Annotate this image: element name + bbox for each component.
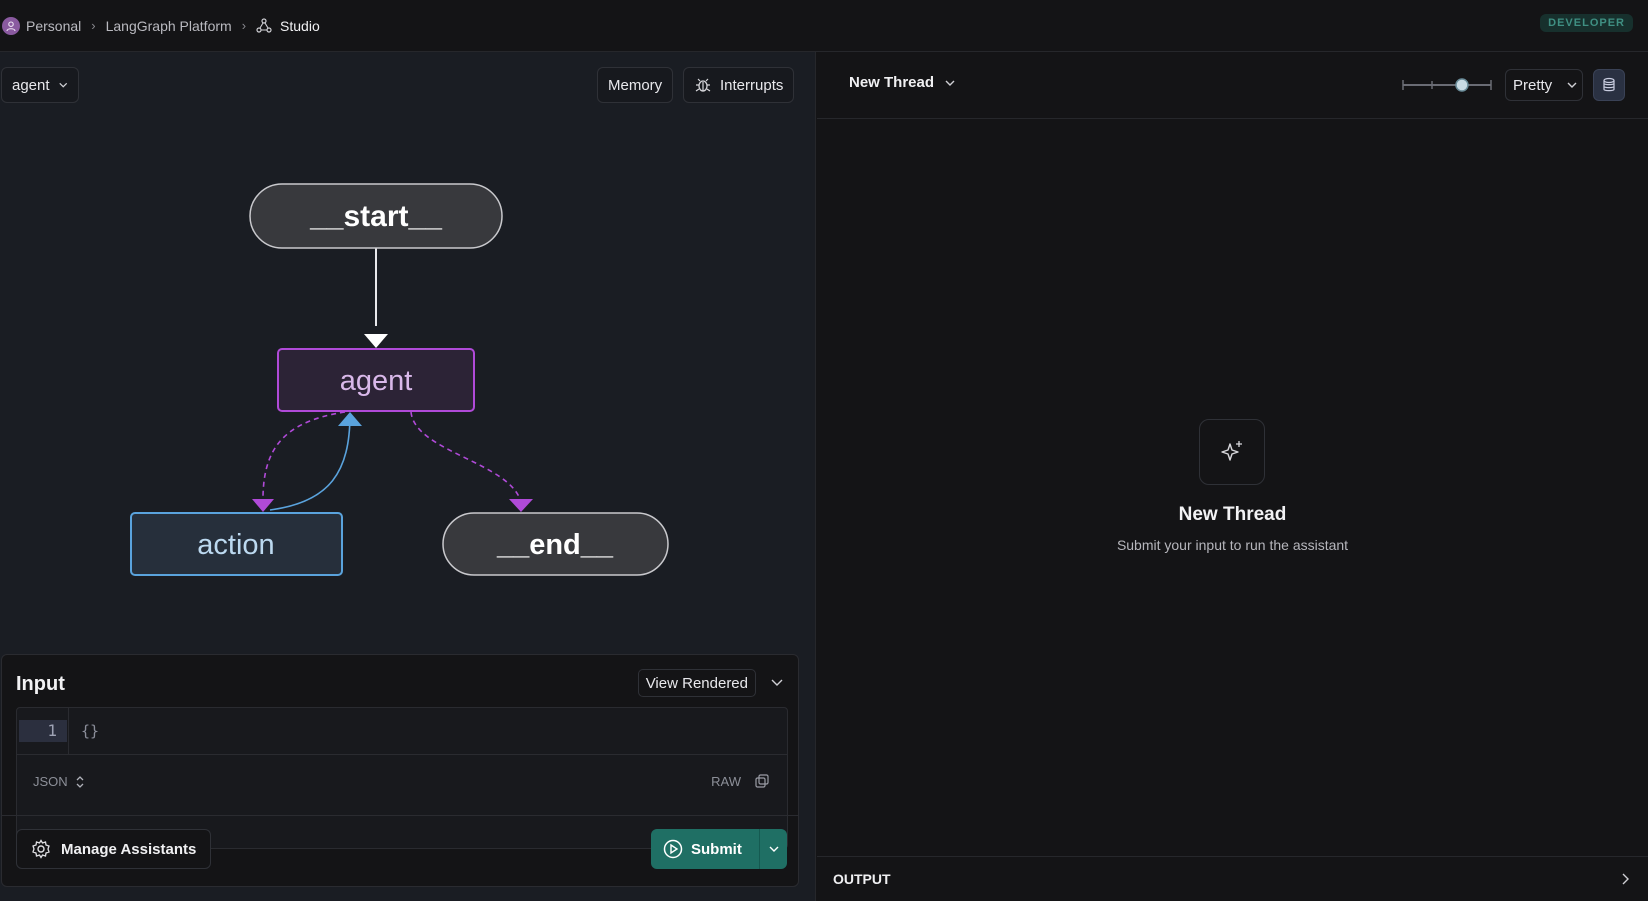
database-icon xyxy=(1603,77,1615,92)
chevron-down-icon xyxy=(945,80,955,86)
arrowhead-icon xyxy=(364,334,388,348)
arrowhead-icon xyxy=(338,412,362,426)
database-button[interactable] xyxy=(1593,69,1625,101)
line-number: 1 xyxy=(19,720,67,742)
chevron-down-icon xyxy=(769,846,778,852)
breadcrumb-platform[interactable]: LangGraph Platform xyxy=(106,18,232,34)
top-bar: Personal › LangGraph Platform › Studio D… xyxy=(0,0,1648,52)
node-agent-label: agent xyxy=(340,365,413,397)
thread-select-label: New Thread xyxy=(849,74,935,91)
node-start-label: __start__ xyxy=(309,200,442,233)
editor-divider xyxy=(17,754,787,755)
breadcrumb: Personal › LangGraph Platform › Studio xyxy=(2,16,320,35)
graph-canvas: __start__ agent action __end__ xyxy=(130,183,669,576)
manage-assistants-label: Manage Assistants xyxy=(61,840,197,858)
developer-badge: DEVELOPER xyxy=(1540,14,1633,32)
thread-select[interactable]: New Thread xyxy=(849,74,956,91)
input-title: Input xyxy=(16,673,65,695)
code-text[interactable]: {} xyxy=(81,720,99,742)
submit-button-group: Submit xyxy=(651,829,787,869)
footer-divider xyxy=(2,815,798,816)
arrowhead-icon xyxy=(509,499,533,512)
format-label: JSON xyxy=(33,774,68,789)
submit-options-button[interactable] xyxy=(759,829,787,869)
empty-state-title: New Thread xyxy=(1178,504,1287,525)
user-avatar-icon[interactable] xyxy=(2,16,20,35)
gear-icon xyxy=(32,839,50,859)
format-select[interactable]: JSON xyxy=(33,774,86,789)
slider-thumb[interactable] xyxy=(1455,78,1469,92)
manage-assistants-button[interactable]: Manage Assistants xyxy=(16,829,212,869)
play-circle-icon xyxy=(663,839,683,859)
graph-panel: agent Memory Interrupts __start__ agent … xyxy=(0,52,816,901)
chevron-right-icon: › xyxy=(241,18,247,33)
empty-state-icon-box xyxy=(1199,419,1265,485)
thread-header: New Thread Pretty xyxy=(817,52,1648,119)
thread-panel: New Thread Pretty New Thread Submit your… xyxy=(817,52,1648,901)
node-action-label: action xyxy=(197,529,274,561)
breadcrumb-personal[interactable]: Personal xyxy=(26,18,81,34)
sparkles-icon xyxy=(1221,441,1242,461)
raw-label[interactable]: RAW xyxy=(711,774,741,789)
edge-action-agent xyxy=(269,413,351,511)
output-label: OUTPUT xyxy=(833,871,891,887)
view-rendered-select[interactable]: View Rendered xyxy=(637,669,756,697)
edge-agent-action xyxy=(262,411,346,505)
empty-state-subtitle: Submit your input to run the assistant xyxy=(1116,537,1349,553)
chevron-down-icon[interactable] xyxy=(770,675,784,689)
view-select-label: Pretty xyxy=(1513,76,1553,94)
chevron-down-icon xyxy=(1567,82,1577,88)
input-panel: Input View Rendered 1 {} JSON RAW Manage… xyxy=(1,654,799,887)
copy-icon[interactable] xyxy=(755,774,769,788)
breadcrumb-studio[interactable]: Studio xyxy=(280,18,320,34)
submit-button[interactable]: Submit xyxy=(651,829,759,869)
json-editor[interactable]: 1 {} JSON RAW xyxy=(16,707,788,849)
graph-icon xyxy=(256,17,272,34)
chevron-right-icon: › xyxy=(91,18,96,33)
chevron-updown-icon xyxy=(76,775,84,788)
output-toggle[interactable]: OUTPUT xyxy=(817,856,1648,901)
node-end-label: __end__ xyxy=(496,529,614,561)
detail-slider[interactable] xyxy=(1402,78,1492,92)
edge-agent-end xyxy=(410,411,522,503)
chevron-right-icon xyxy=(1622,873,1629,885)
view-select[interactable]: Pretty xyxy=(1505,69,1583,101)
submit-label: Submit xyxy=(691,840,742,858)
